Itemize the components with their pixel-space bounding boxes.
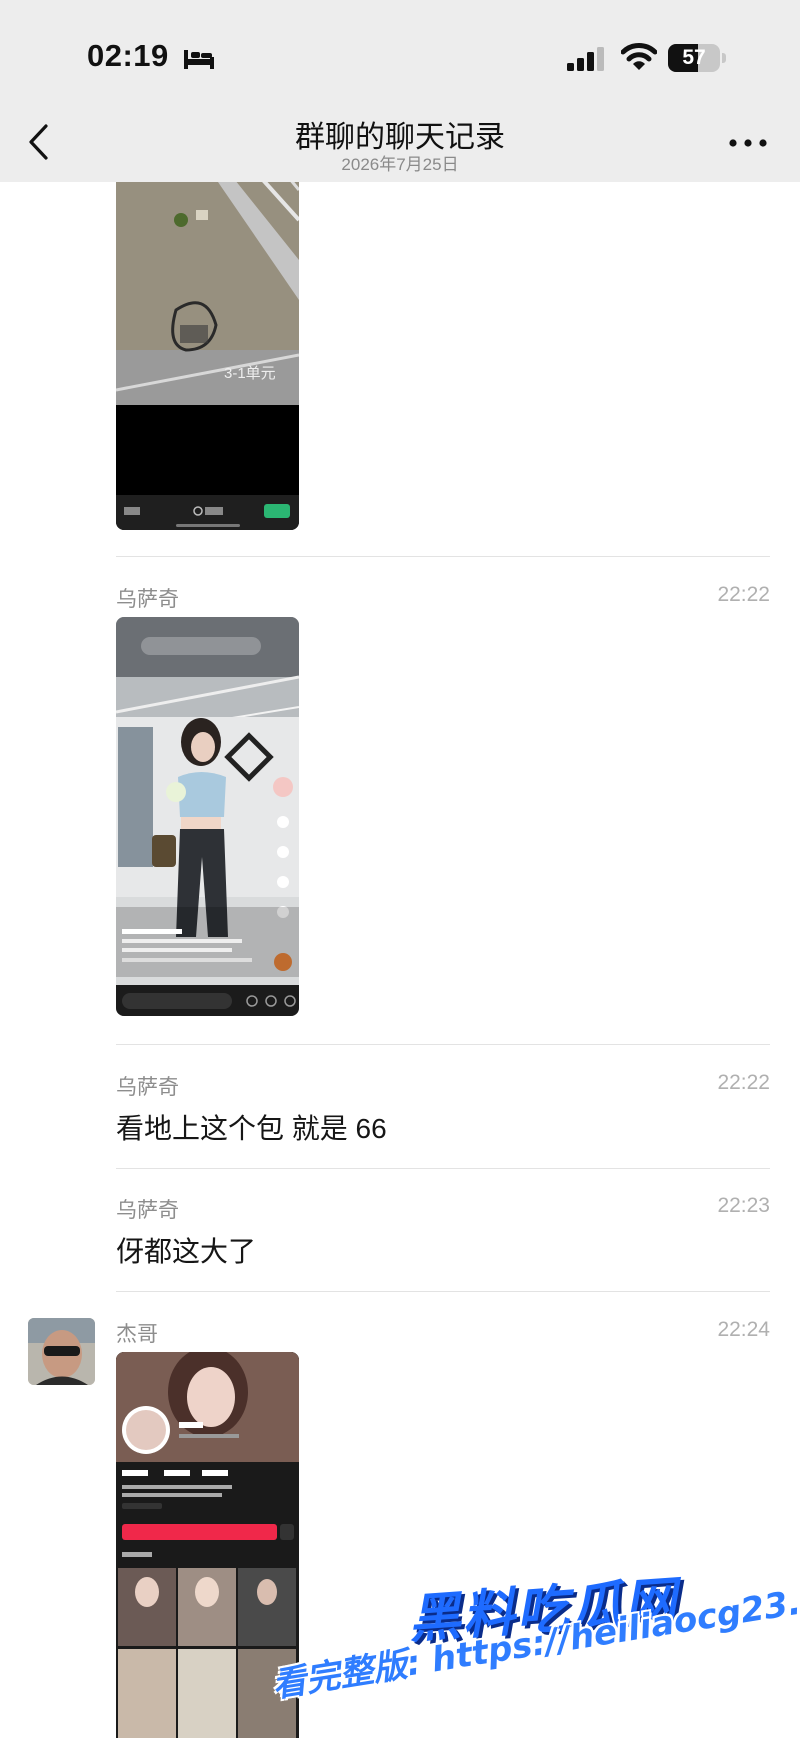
cellular-signal-icon bbox=[567, 47, 604, 71]
message-sender: 乌萨奇 bbox=[116, 1076, 179, 1099]
message-text: 伢都这大了 bbox=[116, 1236, 257, 1267]
message-time: 22:24 bbox=[717, 1318, 770, 1341]
top-bar: 02:19 57 群聊的聊天记录 2026年7月25日 bbox=[0, 0, 800, 182]
message-sender: 杰哥 bbox=[116, 1323, 158, 1346]
message-divider bbox=[116, 1044, 770, 1045]
message-time: 22:23 bbox=[717, 1194, 770, 1217]
page-subtitle-date: 2026年7月25日 bbox=[341, 155, 459, 174]
message-divider bbox=[116, 1168, 770, 1169]
sleep-focus-icon bbox=[184, 50, 214, 69]
message-time: 22:22 bbox=[717, 1071, 770, 1094]
message-divider bbox=[116, 556, 770, 557]
message-text: 看地上这个包 就是 66 bbox=[116, 1113, 387, 1144]
battery-indicator: 57 bbox=[668, 44, 726, 72]
message-sender: 乌萨奇 bbox=[116, 1199, 179, 1222]
more-options-icon[interactable] bbox=[728, 138, 768, 148]
message-sender: 乌萨奇 bbox=[116, 588, 179, 611]
status-time: 02:19 bbox=[87, 38, 169, 73]
message-divider bbox=[116, 1291, 770, 1292]
image-message-street-screenshot[interactable]: 3-1单元 bbox=[116, 150, 299, 530]
svg-text:3-1单元: 3-1单元 bbox=[224, 365, 276, 382]
message-time: 22:22 bbox=[717, 583, 770, 606]
image-message-video-screenshot[interactable] bbox=[116, 617, 299, 1016]
wifi-icon bbox=[621, 43, 657, 70]
sender-avatar[interactable] bbox=[28, 1318, 95, 1385]
battery-percent: 57 bbox=[682, 46, 706, 69]
